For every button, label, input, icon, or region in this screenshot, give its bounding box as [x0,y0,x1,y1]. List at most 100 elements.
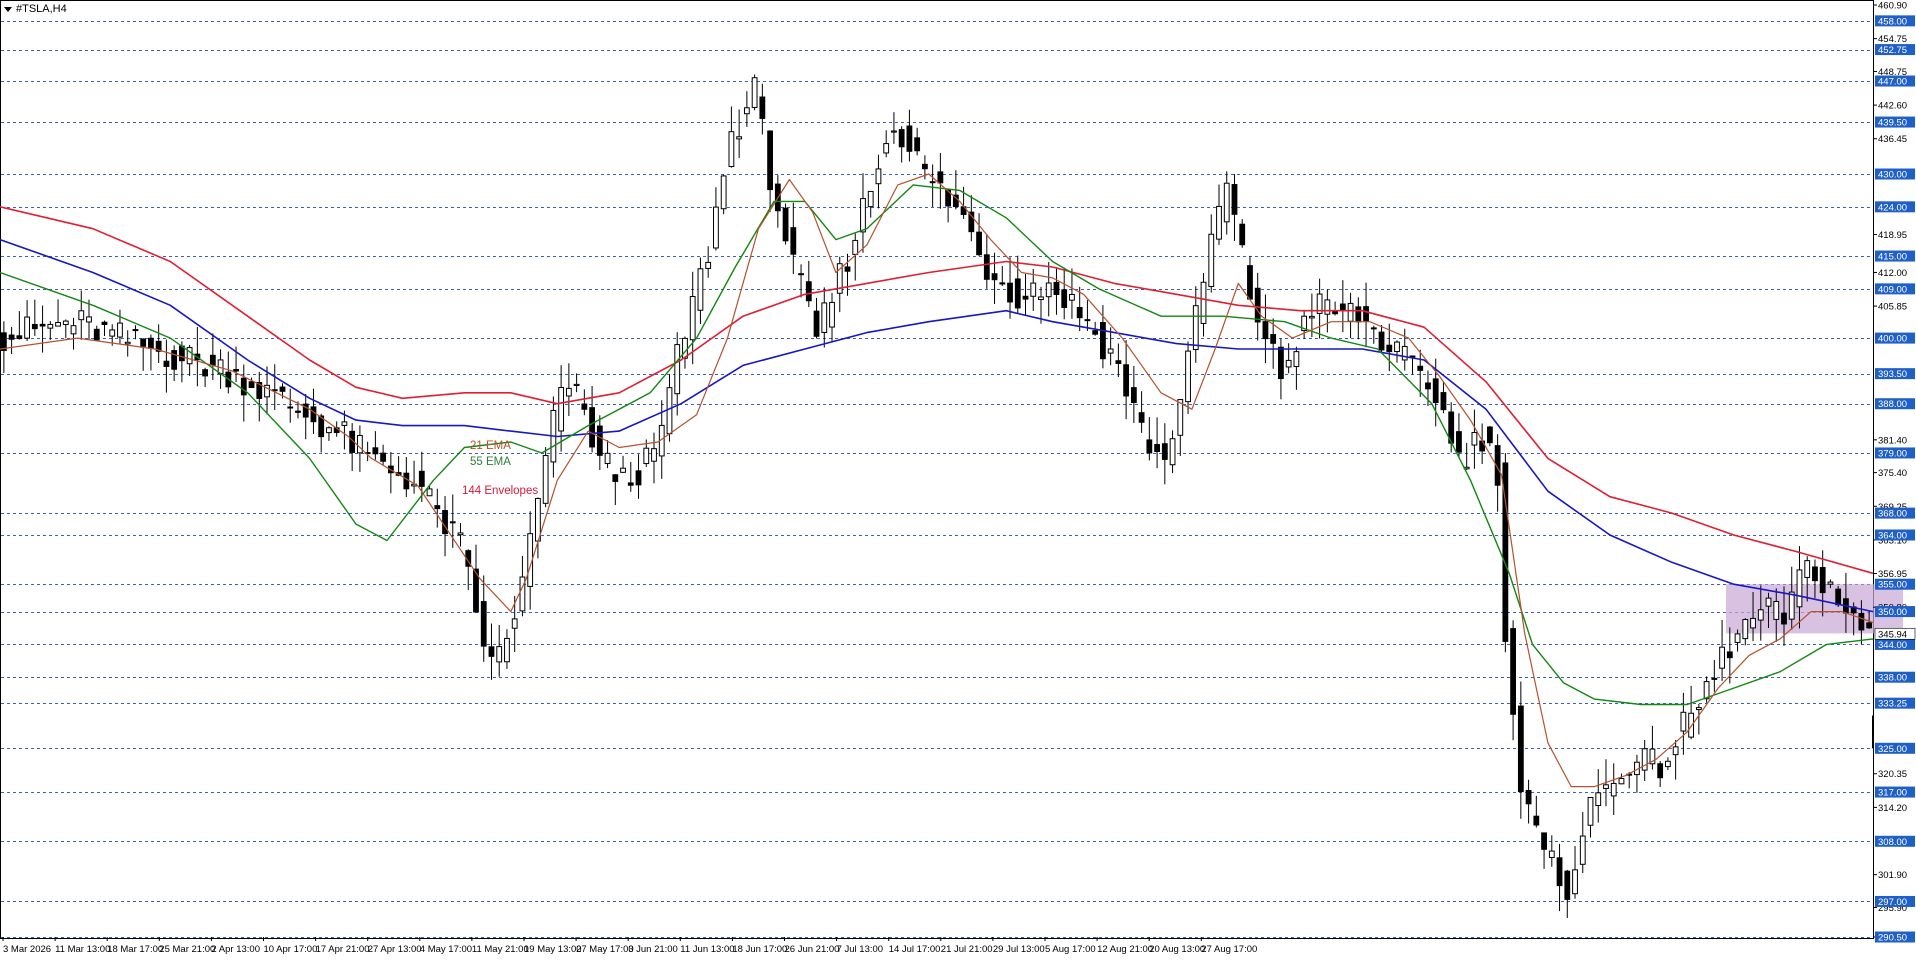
candle [1440,381,1447,414]
candle [411,460,417,494]
candle [1347,292,1354,339]
candle [93,325,100,341]
candle [209,333,216,381]
candle [318,413,325,453]
candle [1285,343,1292,374]
candle [999,266,1006,286]
level-tag-label: 379.00 [1878,448,1907,459]
candle-body [1092,330,1099,335]
candle-body [47,323,54,329]
candle-body [1339,303,1346,311]
candle [1239,219,1246,248]
candle [1339,280,1346,333]
candle [713,187,719,251]
candle-body [805,281,812,302]
candle [867,190,874,218]
candle-body [976,231,982,256]
candle-body [1100,322,1106,360]
candle [1278,338,1284,400]
time-label: 4 May 17:00 [420,944,472,955]
candle [24,300,30,342]
candle [1610,763,1617,815]
dropdown-icon[interactable] [4,6,12,12]
axis-tick-label: 412.00 [1878,268,1907,279]
candle [891,112,897,144]
time-label: 25 Mar 21:00 [159,944,215,955]
candle-body [1278,346,1284,380]
candle-body [929,181,936,184]
candle-body [612,474,619,482]
candle-body [511,618,518,629]
candle [705,246,712,278]
time-label: 7 Jul 13:00 [837,944,883,955]
candle-body [689,296,696,341]
candle [767,130,773,212]
candle-body [1750,617,1756,629]
time-label: 14 Jul 17:00 [889,944,941,955]
candle-body [480,601,487,647]
candle [1533,795,1540,828]
candle [1719,620,1725,681]
candle [798,264,804,298]
candle [240,364,247,422]
candle-body [813,310,820,337]
candle-body [720,175,727,210]
candle [1564,869,1571,919]
level-tag-label: 338.00 [1878,673,1907,684]
candle-body [573,383,580,386]
candle-body [1788,591,1795,620]
candle-body [581,403,588,410]
candle-body [651,448,657,462]
candle [186,344,193,376]
level-tag-label: 364.00 [1878,530,1907,541]
legend-item: 21 EMA [470,440,511,452]
candle-body [1030,282,1037,297]
candle-body [1347,302,1354,322]
candle [78,290,85,340]
candle [256,371,263,422]
candle [1634,754,1640,793]
candle [1742,618,1749,646]
time-label: 29 Jul 13:00 [993,944,1045,955]
candle-body [1146,439,1153,454]
candle [604,440,611,469]
price-chart[interactable]: 21 EMA 55 EMA 144 Envelopes 460.90 454.75 44… [0,0,1916,963]
candle-body [589,407,595,448]
candle [403,457,410,498]
level-tag-label: 430.00 [1878,170,1907,181]
candle [1084,300,1091,331]
chart-window[interactable]: #TSLA,H4 21 EMA 55 EMA 144 Envelopes 460.9… [0,0,1916,963]
candle [1138,391,1145,433]
time-label: 2 Apr 13:00 [211,944,260,955]
envelope-mid-line [0,238,1874,613]
candle-body [1293,351,1300,368]
axis-tick-label: 301.90 [1878,870,1907,881]
candle [1200,273,1207,337]
candle-body [488,646,495,657]
candle [1301,310,1308,339]
time-label: 26 Jun 21:00 [785,944,840,955]
candle-body [8,334,15,340]
candle [1494,434,1501,512]
candle [372,431,379,460]
candle-body [1185,350,1191,403]
candle [1355,297,1362,340]
candle [1045,261,1052,317]
candle-body [914,137,921,152]
candle [101,320,108,336]
legend-item: 55 EMA [470,456,511,468]
candle-body [132,329,139,332]
candle [1672,739,1679,780]
candle [225,351,232,394]
candle-body [287,406,294,409]
candle-body [852,239,859,255]
candle-body [1858,613,1865,631]
candle [1177,398,1184,456]
candle [1649,725,1656,770]
candle-body [643,447,650,465]
candle-body [1061,289,1068,308]
candle-body [504,637,510,663]
candle-body [666,387,673,435]
candle [751,74,758,111]
candle-body [906,125,913,152]
